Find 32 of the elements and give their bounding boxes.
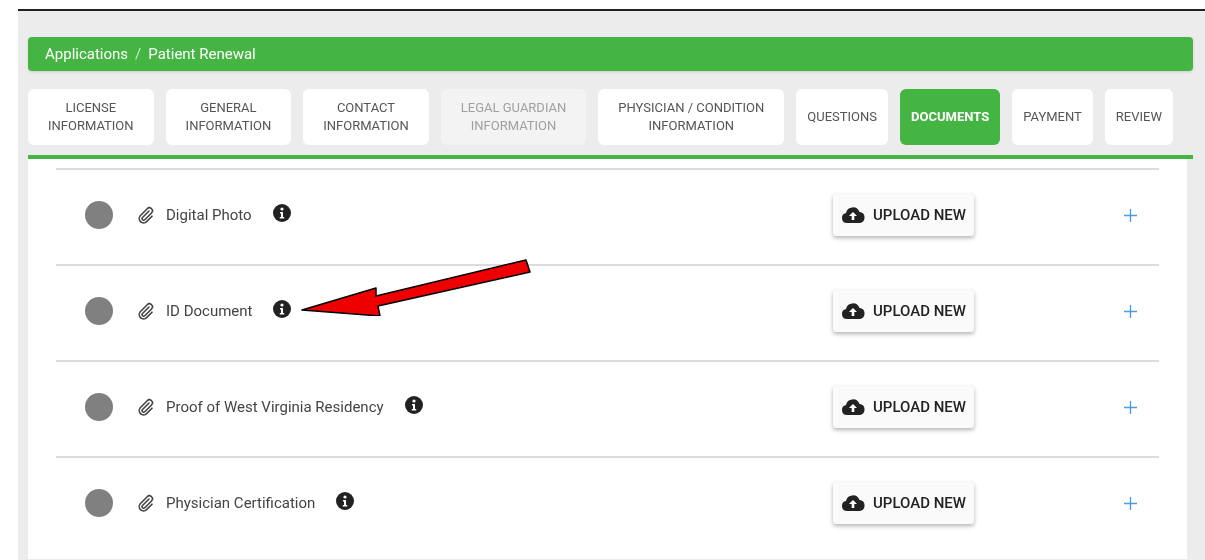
paperclip-icon [137, 302, 155, 320]
paperclip-icon [137, 494, 155, 512]
step-tab[interactable]: LICENSE INFORMATION [28, 89, 154, 145]
step-tab[interactable]: REVIEW [1104, 89, 1173, 145]
plus-icon[interactable] [1124, 304, 1137, 318]
info-icon[interactable] [273, 300, 292, 318]
upload-new-button[interactable]: UPLOAD NEW [833, 290, 974, 332]
step-tab[interactable]: PAYMENT [1012, 89, 1093, 145]
document-name: Physician Certification [166, 492, 316, 514]
document-name: Proof of West Virginia Residency [166, 396, 384, 418]
paperclip-icon [137, 206, 155, 224]
cloud-upload-icon [841, 398, 865, 416]
paperclip-icon [137, 398, 155, 416]
document-name: Digital Photo [166, 204, 252, 226]
step-tab[interactable]: GENERAL INFORMATION [165, 89, 292, 145]
step-tab[interactable]: PHYSICIAN / CONDITION INFORMATION [598, 89, 785, 145]
step-tab[interactable]: QUESTIONS [796, 89, 889, 145]
cloud-upload-icon [841, 206, 865, 224]
upload-new-button[interactable]: UPLOAD NEW [833, 194, 974, 236]
info-icon[interactable] [336, 492, 355, 510]
document-name: ID Document [166, 300, 253, 322]
breadcrumb-separator: / [135, 43, 142, 65]
info-icon[interactable] [272, 204, 291, 222]
cloud-upload-icon [841, 494, 865, 512]
plus-icon[interactable] [1124, 496, 1137, 510]
plus-icon[interactable] [1124, 208, 1137, 222]
plus-icon[interactable] [1124, 400, 1137, 414]
info-icon[interactable] [404, 396, 423, 414]
upload-new-button[interactable]: UPLOAD NEW [833, 386, 974, 428]
upload-new-button[interactable]: UPLOAD NEW [833, 482, 974, 524]
step-tab[interactable]: CONTACT INFORMATION [303, 89, 429, 145]
cloud-upload-icon [841, 302, 865, 320]
